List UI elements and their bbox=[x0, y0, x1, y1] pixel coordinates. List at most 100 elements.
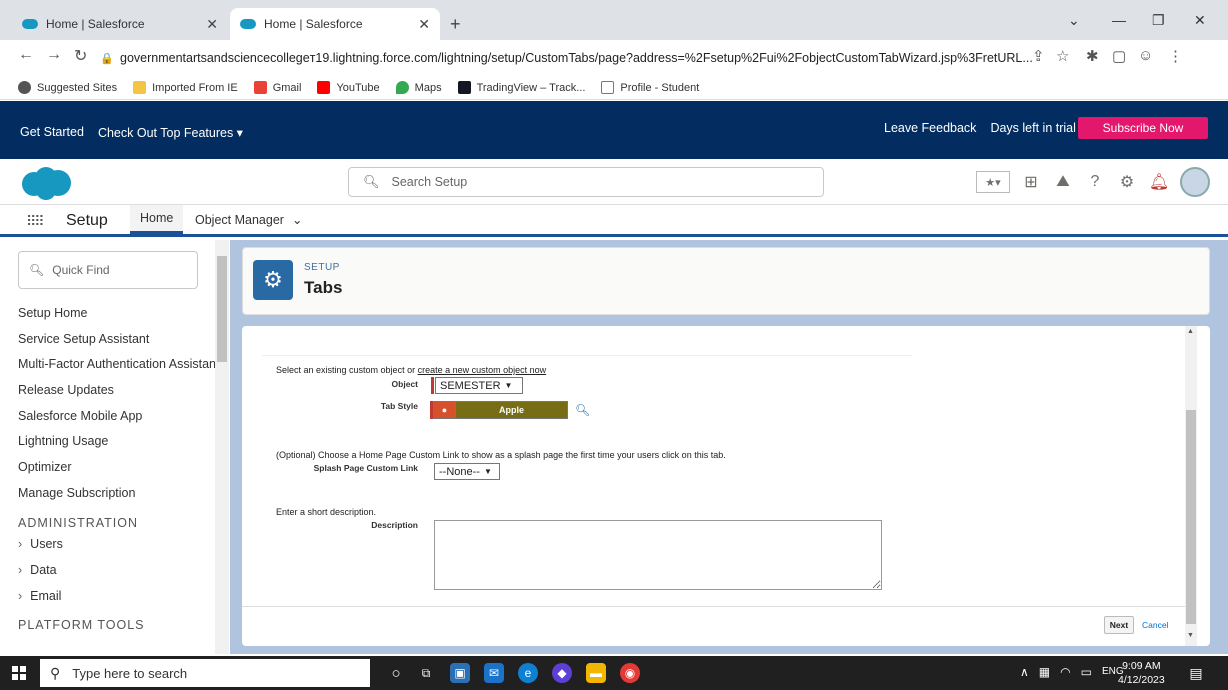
notifications-bell-icon[interactable]: 🔔︎ bbox=[1148, 171, 1170, 193]
global-header: 🔍︎ Search Setup ★▾ ⊞ ⛰ ? ⚙ 🔔︎ bbox=[0, 159, 1228, 205]
salesforce-favicon-icon bbox=[22, 19, 38, 29]
sidebar-item-users[interactable]: › Users bbox=[18, 537, 219, 563]
splash-page-select[interactable]: --None-- ▼ bbox=[434, 463, 500, 480]
network-icon[interactable]: ▦ bbox=[1039, 665, 1050, 679]
sidebar-item-salesforce-mobile-app[interactable]: Salesforce Mobile App bbox=[18, 409, 219, 435]
content-scrollbar[interactable]: ▲ ▼ bbox=[1185, 326, 1197, 646]
edge-icon[interactable]: e bbox=[518, 663, 538, 683]
bookmark-suggested-sites[interactable]: Suggested Sites bbox=[18, 81, 117, 94]
app-name: Setup bbox=[66, 212, 108, 229]
task-view-icon[interactable]: ⧉ bbox=[416, 663, 436, 683]
subscribe-now-button[interactable]: Subscribe Now bbox=[1078, 117, 1208, 139]
lookup-icon[interactable]: 🔍︎ bbox=[575, 403, 590, 417]
url-text: governmentartsandsciencecollegeт19.light… bbox=[120, 51, 1033, 65]
next-button[interactable]: Next bbox=[1104, 616, 1134, 634]
create-custom-object-link[interactable]: create a new custom object now bbox=[418, 365, 547, 375]
wifi-icon[interactable]: ◠ bbox=[1060, 665, 1070, 679]
bookmark-youtube[interactable]: YouTube bbox=[317, 81, 380, 94]
scroll-up-icon[interactable]: ▲ bbox=[1187, 328, 1194, 335]
sidebar-item-service-setup-assistant[interactable]: Service Setup Assistant bbox=[18, 332, 219, 358]
sidebar-item-manage-subscription[interactable]: Manage Subscription bbox=[18, 486, 219, 512]
nav-tab-home[interactable]: Home bbox=[130, 205, 184, 234]
minimize-icon[interactable]: — bbox=[1112, 12, 1126, 28]
trailhead-icon[interactable]: ⛰ bbox=[1052, 171, 1074, 193]
user-avatar[interactable] bbox=[1180, 167, 1210, 197]
leave-feedback-link[interactable]: Leave Feedback bbox=[884, 121, 976, 135]
bookmark-imported-from-ie[interactable]: Imported From IE bbox=[133, 81, 238, 94]
get-started-link[interactable]: Get Started bbox=[20, 125, 84, 140]
setup-search-input[interactable]: 🔍︎ Search Setup bbox=[348, 167, 824, 197]
top-features-menu[interactable]: Check Out Top Features ▾ bbox=[98, 125, 243, 140]
browser-tab-title: Home | Salesforce bbox=[264, 17, 363, 31]
mail-icon[interactable]: ✉ bbox=[484, 663, 504, 683]
quick-find-input[interactable]: 🔍︎ Quick Find bbox=[18, 251, 198, 289]
sidebar-item-setup-home[interactable]: Setup Home bbox=[18, 306, 219, 332]
store-icon[interactable]: ▣ bbox=[450, 663, 470, 683]
restore-icon[interactable]: ❐ bbox=[1152, 12, 1165, 29]
bookmark-gmail[interactable]: Gmail bbox=[253, 81, 301, 94]
salesforce-logo-icon[interactable] bbox=[20, 166, 72, 200]
description-textarea[interactable] bbox=[434, 520, 882, 590]
taskbar-search-input[interactable]: ⚲ Type here to search bbox=[40, 659, 370, 687]
url-field[interactable]: 🔒 governmentartsandsciencecollegeт19.lig… bbox=[100, 45, 1100, 71]
side-panel-icon[interactable]: ▢ bbox=[1112, 47, 1126, 65]
sidebar-item-optimizer[interactable]: Optimizer bbox=[18, 460, 219, 486]
help-icon[interactable]: ? bbox=[1084, 171, 1106, 193]
chevron-down-icon: ⌄ bbox=[291, 213, 303, 227]
app-icon[interactable]: ◆ bbox=[552, 663, 572, 683]
chevron-right-icon: › bbox=[18, 588, 23, 603]
sidebar-scrollbar[interactable] bbox=[215, 240, 229, 654]
app-launcher-icon[interactable]: ⠿⠿ bbox=[26, 213, 44, 230]
close-tab-icon[interactable]: ✕ bbox=[206, 16, 218, 33]
global-actions-icon[interactable]: ⊞ bbox=[1020, 171, 1042, 193]
sidebar-item-data[interactable]: › Data bbox=[18, 563, 219, 589]
notification-center-icon[interactable]: ▤ bbox=[1186, 663, 1206, 683]
file-explorer-icon[interactable]: ▬ bbox=[586, 663, 606, 683]
splash-page-instruction: (Optional) Choose a Home Page Custom Lin… bbox=[276, 450, 726, 460]
tab-style-picker[interactable]: ● Apple bbox=[433, 401, 568, 419]
forward-icon[interactable]: → bbox=[46, 46, 62, 64]
new-tab-icon[interactable]: + bbox=[450, 14, 461, 35]
divider bbox=[262, 326, 912, 356]
chrome-icon[interactable]: ◉ bbox=[620, 663, 640, 683]
favorites-icon[interactable]: ★▾ bbox=[976, 171, 1010, 193]
extensions-icon[interactable]: ✱ bbox=[1086, 47, 1099, 65]
object-select[interactable]: SEMESTER ▼ bbox=[435, 377, 523, 394]
cortana-icon[interactable]: ○ bbox=[386, 663, 406, 683]
share-icon[interactable]: ⇪ bbox=[1032, 47, 1045, 65]
divider bbox=[242, 606, 1192, 607]
sidebar-item-lightning-usage[interactable]: Lightning Usage bbox=[18, 434, 219, 460]
gmail-icon bbox=[253, 81, 267, 94]
gear-icon[interactable]: ⚙ bbox=[1116, 171, 1138, 193]
bookmark-maps[interactable]: Maps bbox=[395, 81, 442, 94]
browser-tab[interactable]: Home | Salesforce ✕ bbox=[12, 8, 228, 40]
scroll-down-icon[interactable]: ▼ bbox=[1187, 632, 1194, 639]
close-tab-icon[interactable]: ✕ bbox=[418, 16, 430, 33]
system-clock[interactable]: 9:09 AM 4/12/2023 bbox=[1118, 659, 1165, 687]
chevron-down-icon: ▼ bbox=[504, 381, 513, 390]
sidebar-item-mfa-assistant[interactable]: Multi-Factor Authentication Assistant bbox=[18, 357, 219, 383]
sidebar-scroll-thumb[interactable] bbox=[217, 256, 227, 362]
tray-chevron-icon[interactable]: ∧ bbox=[1020, 665, 1029, 679]
tab-style-label: Tab Style bbox=[380, 401, 418, 411]
bookmark-tradingview[interactable]: TradingView – Track... bbox=[457, 81, 585, 94]
bookmark-star-icon[interactable]: ☆ bbox=[1056, 47, 1069, 65]
trial-bar: Get Started Check Out Top Features ▾ Lea… bbox=[0, 101, 1228, 159]
cancel-link[interactable]: Cancel bbox=[1142, 620, 1168, 630]
reload-icon[interactable]: ↻ bbox=[74, 46, 87, 66]
back-icon[interactable]: ← bbox=[18, 46, 34, 64]
nav-tab-object-manager[interactable]: Object Manager ⌄ bbox=[185, 205, 312, 234]
battery-icon[interactable]: ▭ bbox=[1081, 665, 1092, 679]
sidebar-item-release-updates[interactable]: Release Updates bbox=[18, 383, 219, 409]
description-instruction: Enter a short description. bbox=[276, 507, 377, 517]
profile-icon[interactable]: ☺ bbox=[1138, 47, 1153, 64]
close-window-icon[interactable]: ✕ bbox=[1194, 12, 1206, 29]
sidebar-item-email[interactable]: › Email bbox=[18, 589, 219, 615]
browser-tab-active[interactable]: Home | Salesforce ✕ bbox=[230, 8, 440, 40]
tab-search-icon[interactable]: ⌄ bbox=[1068, 12, 1080, 29]
windows-start-icon[interactable] bbox=[12, 666, 26, 680]
content-scroll-thumb[interactable] bbox=[1186, 410, 1196, 624]
bookmark-profile-student[interactable]: Profile - Student bbox=[601, 81, 699, 94]
menu-icon[interactable]: ⋮ bbox=[1168, 47, 1183, 65]
salesforce-favicon-icon bbox=[240, 19, 256, 29]
